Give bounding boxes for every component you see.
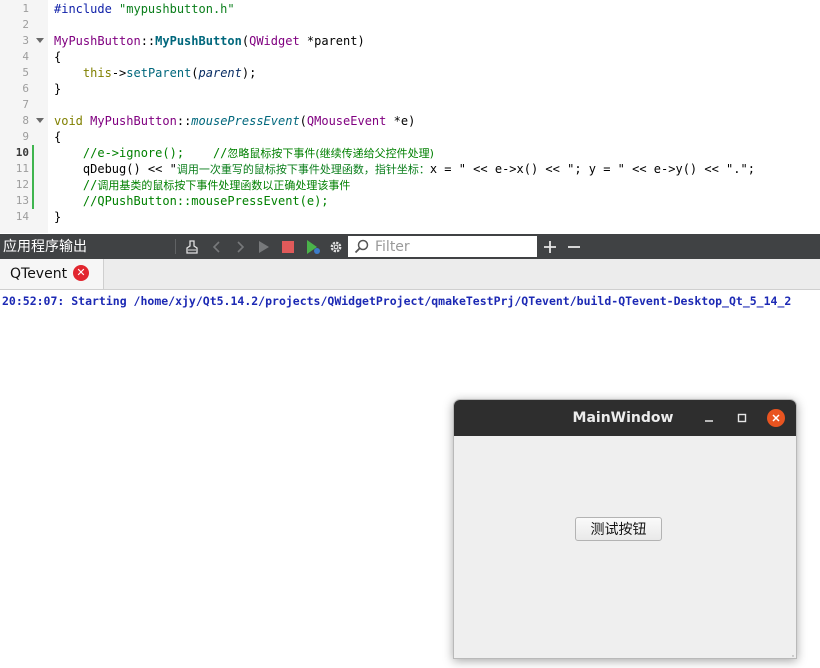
window-titlebar[interactable]: MainWindow bbox=[454, 400, 796, 436]
code-line-3: 3 MyPushButton::MyPushButton(QWidget *pa… bbox=[0, 33, 820, 49]
zoom-in-icon[interactable] bbox=[540, 234, 560, 259]
line-number: 2 bbox=[22, 18, 29, 31]
filter-input[interactable]: Filter bbox=[348, 236, 537, 257]
code-editor[interactable]: 1 #include "mypushbutton.h" 2 3 MyPushBu… bbox=[0, 0, 820, 233]
code-line-14: 14 } bbox=[0, 209, 820, 225]
run-icon[interactable] bbox=[254, 234, 274, 259]
debug-run-icon[interactable] bbox=[302, 234, 324, 259]
clear-icon[interactable] bbox=[182, 234, 202, 259]
change-marker bbox=[32, 177, 34, 193]
code-line-4: 4 { bbox=[0, 49, 820, 65]
code-text[interactable]: } bbox=[54, 81, 61, 97]
minimize-icon[interactable] bbox=[700, 409, 718, 427]
code-text[interactable]: #include "mypushbutton.h" bbox=[54, 1, 235, 17]
line-number: 14 bbox=[15, 210, 29, 223]
zoom-out-icon[interactable] bbox=[564, 234, 584, 259]
stop-icon[interactable] bbox=[278, 234, 298, 259]
line-number: 6 bbox=[22, 82, 29, 95]
code-text[interactable]: //调用基类的鼠标按下事件处理函数以正确处理该事件 bbox=[54, 177, 350, 194]
fold-arrow-icon[interactable] bbox=[36, 118, 44, 123]
search-icon bbox=[354, 239, 369, 258]
code-line-13: 13 //QPushButton::mousePressEvent(e); bbox=[0, 193, 820, 209]
filter-placeholder: Filter bbox=[375, 239, 410, 255]
line-number: 1 bbox=[22, 2, 29, 15]
code-line-6: 6 } bbox=[0, 81, 820, 97]
next-icon[interactable] bbox=[230, 234, 250, 259]
code-text[interactable]: void MyPushButton::mousePressEvent(QMous… bbox=[54, 113, 415, 129]
change-marker bbox=[32, 161, 34, 177]
code-line-5: 5 this->setParent(parent); bbox=[0, 65, 820, 81]
test-button[interactable]: 测试按钮 bbox=[575, 517, 662, 541]
tab-label: QTevent bbox=[10, 266, 68, 282]
code-line-8: 8 void MyPushButton::mousePressEvent(QMo… bbox=[0, 113, 820, 129]
output-pane-toolbar: 应用程序输出 Filter bbox=[0, 234, 820, 259]
line-number: 3 bbox=[22, 34, 29, 47]
line-number: 13 bbox=[15, 194, 29, 207]
code-line-12: 12 //调用基类的鼠标按下事件处理函数以正确处理该事件 bbox=[0, 177, 820, 193]
line-number: 4 bbox=[22, 50, 29, 63]
code-line-7: 7 bbox=[0, 97, 820, 113]
fold-arrow-icon[interactable] bbox=[36, 38, 44, 43]
resize-grip-icon[interactable] bbox=[786, 648, 794, 657]
settings-icon[interactable] bbox=[327, 234, 345, 259]
code-text[interactable]: //e->ignore(); //忽略鼠标按下事件(继续传递给父控件处理) bbox=[54, 145, 434, 162]
code-text[interactable]: this->setParent(parent); bbox=[54, 65, 256, 81]
main-window[interactable]: MainWindow 测试按钮 bbox=[453, 399, 797, 659]
maximize-icon[interactable] bbox=[733, 409, 751, 427]
code-line-11: 11 qDebug() << "调用一次重写的鼠标按下事件处理函数，指针坐标：x… bbox=[0, 161, 820, 177]
window-close-icon[interactable] bbox=[767, 409, 785, 427]
line-number: 9 bbox=[22, 130, 29, 143]
code-line-2: 2 bbox=[0, 17, 820, 33]
code-text[interactable]: { bbox=[54, 129, 61, 145]
code-line-1: 1 #include "mypushbutton.h" bbox=[0, 1, 820, 17]
change-marker bbox=[32, 145, 34, 161]
line-number: 12 bbox=[15, 178, 29, 191]
code-text[interactable]: { bbox=[54, 49, 61, 65]
change-marker bbox=[32, 193, 34, 209]
pane-title: 应用程序输出 bbox=[3, 239, 87, 255]
code-line-10: 10 //e->ignore(); //忽略鼠标按下事件(继续传递给父控件处理) bbox=[0, 145, 820, 161]
code-text[interactable]: MyPushButton::MyPushButton(QWidget *pare… bbox=[54, 33, 365, 49]
line-number: 7 bbox=[22, 98, 29, 111]
line-number: 5 bbox=[22, 66, 29, 79]
output-tab-strip: QTevent ✕ bbox=[0, 259, 820, 290]
line-number: 11 bbox=[15, 162, 29, 175]
close-icon[interactable]: ✕ bbox=[73, 265, 89, 281]
prev-icon[interactable] bbox=[207, 234, 227, 259]
output-line: 20:52:07: Starting /home/xjy/Qt5.14.2/pr… bbox=[2, 294, 792, 308]
code-text[interactable]: } bbox=[54, 209, 61, 225]
code-line-9: 9 { bbox=[0, 129, 820, 145]
code-text[interactable]: qDebug() << "调用一次重写的鼠标按下事件处理函数，指针坐标：x = … bbox=[54, 161, 755, 178]
code-text[interactable]: //QPushButton::mousePressEvent(e); bbox=[54, 193, 329, 209]
line-number: 8 bbox=[22, 114, 29, 127]
line-number: 10 bbox=[15, 146, 29, 159]
toolbar-divider bbox=[175, 239, 176, 254]
tab-qtevent[interactable]: QTevent ✕ bbox=[0, 259, 104, 289]
